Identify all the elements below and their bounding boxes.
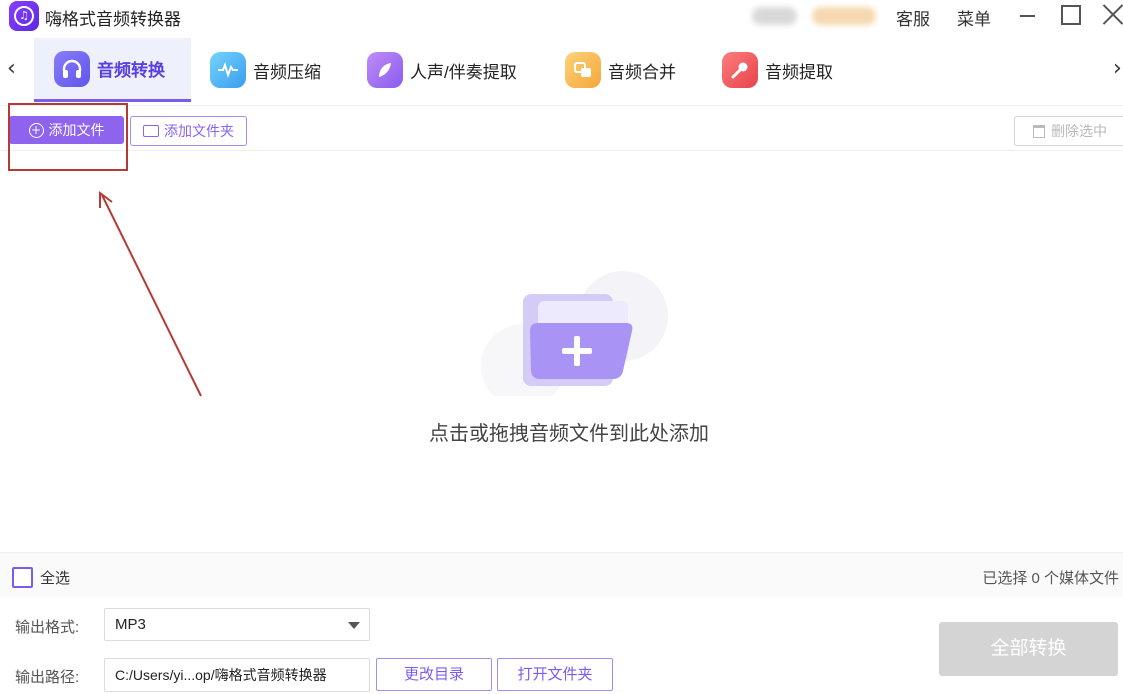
close-button[interactable] bbox=[1102, 3, 1123, 25]
output-format-select[interactable]: MP3 bbox=[104, 608, 370, 641]
chevron-down-icon bbox=[348, 622, 360, 629]
tab-label: 音频压缩 bbox=[253, 62, 321, 82]
file-toolbar: + 添加文件 添加文件夹 删除选中 bbox=[0, 105, 1123, 151]
folder-icon bbox=[143, 125, 159, 137]
add-folder-illustration-icon bbox=[481, 271, 668, 396]
tab-audio-compress[interactable]: 音频压缩 bbox=[210, 38, 321, 102]
app-title: 嗨格式音频转换器 bbox=[45, 10, 181, 29]
merge-icon bbox=[565, 52, 601, 88]
music-note-icon: ♫ bbox=[14, 6, 34, 26]
annotation-highlight-box bbox=[8, 103, 128, 171]
tab-vocal-extract[interactable]: 人声/伴奏提取 bbox=[367, 38, 517, 102]
change-directory-button[interactable]: 更改目录 bbox=[376, 658, 492, 691]
select-all-checkbox[interactable] bbox=[12, 567, 33, 588]
add-folder-label: 添加文件夹 bbox=[164, 123, 234, 139]
output-format-value: MP3 bbox=[115, 616, 146, 633]
open-folder-button[interactable]: 打开文件夹 bbox=[497, 658, 613, 691]
output-path-label: 输出路径: bbox=[15, 669, 80, 686]
tab-audio-extract[interactable]: 音频提取 bbox=[722, 38, 833, 102]
blurred-username bbox=[752, 7, 797, 25]
output-settings: 输出格式: MP3 输出路径: C:/Users/yi...op/嗨格式音频转换… bbox=[0, 597, 1123, 694]
headphones-icon bbox=[54, 50, 90, 87]
support-link[interactable]: 客服 bbox=[896, 5, 930, 30]
delete-selected-label: 删除选中 bbox=[1051, 123, 1107, 139]
tabs-next-icon[interactable]: › bbox=[1113, 56, 1122, 81]
tab-label: 音频提取 bbox=[765, 62, 833, 82]
menu-link[interactable]: 菜单 bbox=[957, 5, 991, 30]
waveform-icon bbox=[210, 52, 246, 88]
feature-tabbar: ‹ 音频转换 音频压缩 人声/伴奏提取 音频合并 音频提取 › bbox=[0, 38, 1123, 102]
convert-all-button[interactable]: 全部转换 bbox=[939, 622, 1118, 676]
blurred-vip-badge bbox=[812, 7, 876, 25]
output-format-label: 输出格式: bbox=[15, 619, 80, 636]
select-all-label[interactable]: 全选 bbox=[40, 567, 70, 588]
vocal-icon bbox=[367, 52, 403, 88]
drop-hint-text: 点击或拖拽音频文件到此处添加 bbox=[429, 423, 709, 445]
tab-audio-convert[interactable]: 音频转换 bbox=[34, 38, 191, 102]
tabs-prev-icon[interactable]: ‹ bbox=[7, 56, 16, 81]
trash-icon bbox=[1033, 124, 1045, 138]
microphone-icon bbox=[722, 52, 758, 88]
app-logo: ♫ bbox=[9, 1, 39, 31]
selected-count-text: 已选择 0 个媒体文件 bbox=[982, 570, 1119, 587]
title-bar: ♫ 嗨格式音频转换器 客服 菜单 bbox=[0, 0, 1123, 32]
tab-label: 音频转换 bbox=[97, 61, 165, 80]
maximize-button[interactable] bbox=[1061, 5, 1081, 25]
annotation-arrow-icon bbox=[99, 191, 202, 397]
selection-bar: 全选 已选择 0 个媒体文件 bbox=[0, 552, 1123, 597]
tab-label: 人声/伴奏提取 bbox=[410, 62, 517, 82]
add-folder-button[interactable]: 添加文件夹 bbox=[130, 116, 247, 146]
delete-selected-button[interactable]: 删除选中 bbox=[1014, 116, 1123, 146]
tab-label: 音频合并 bbox=[608, 62, 676, 82]
minimize-button[interactable] bbox=[1020, 15, 1035, 17]
output-path-field[interactable]: C:/Users/yi...op/嗨格式音频转换器 bbox=[104, 658, 370, 692]
tab-audio-merge[interactable]: 音频合并 bbox=[565, 38, 676, 102]
